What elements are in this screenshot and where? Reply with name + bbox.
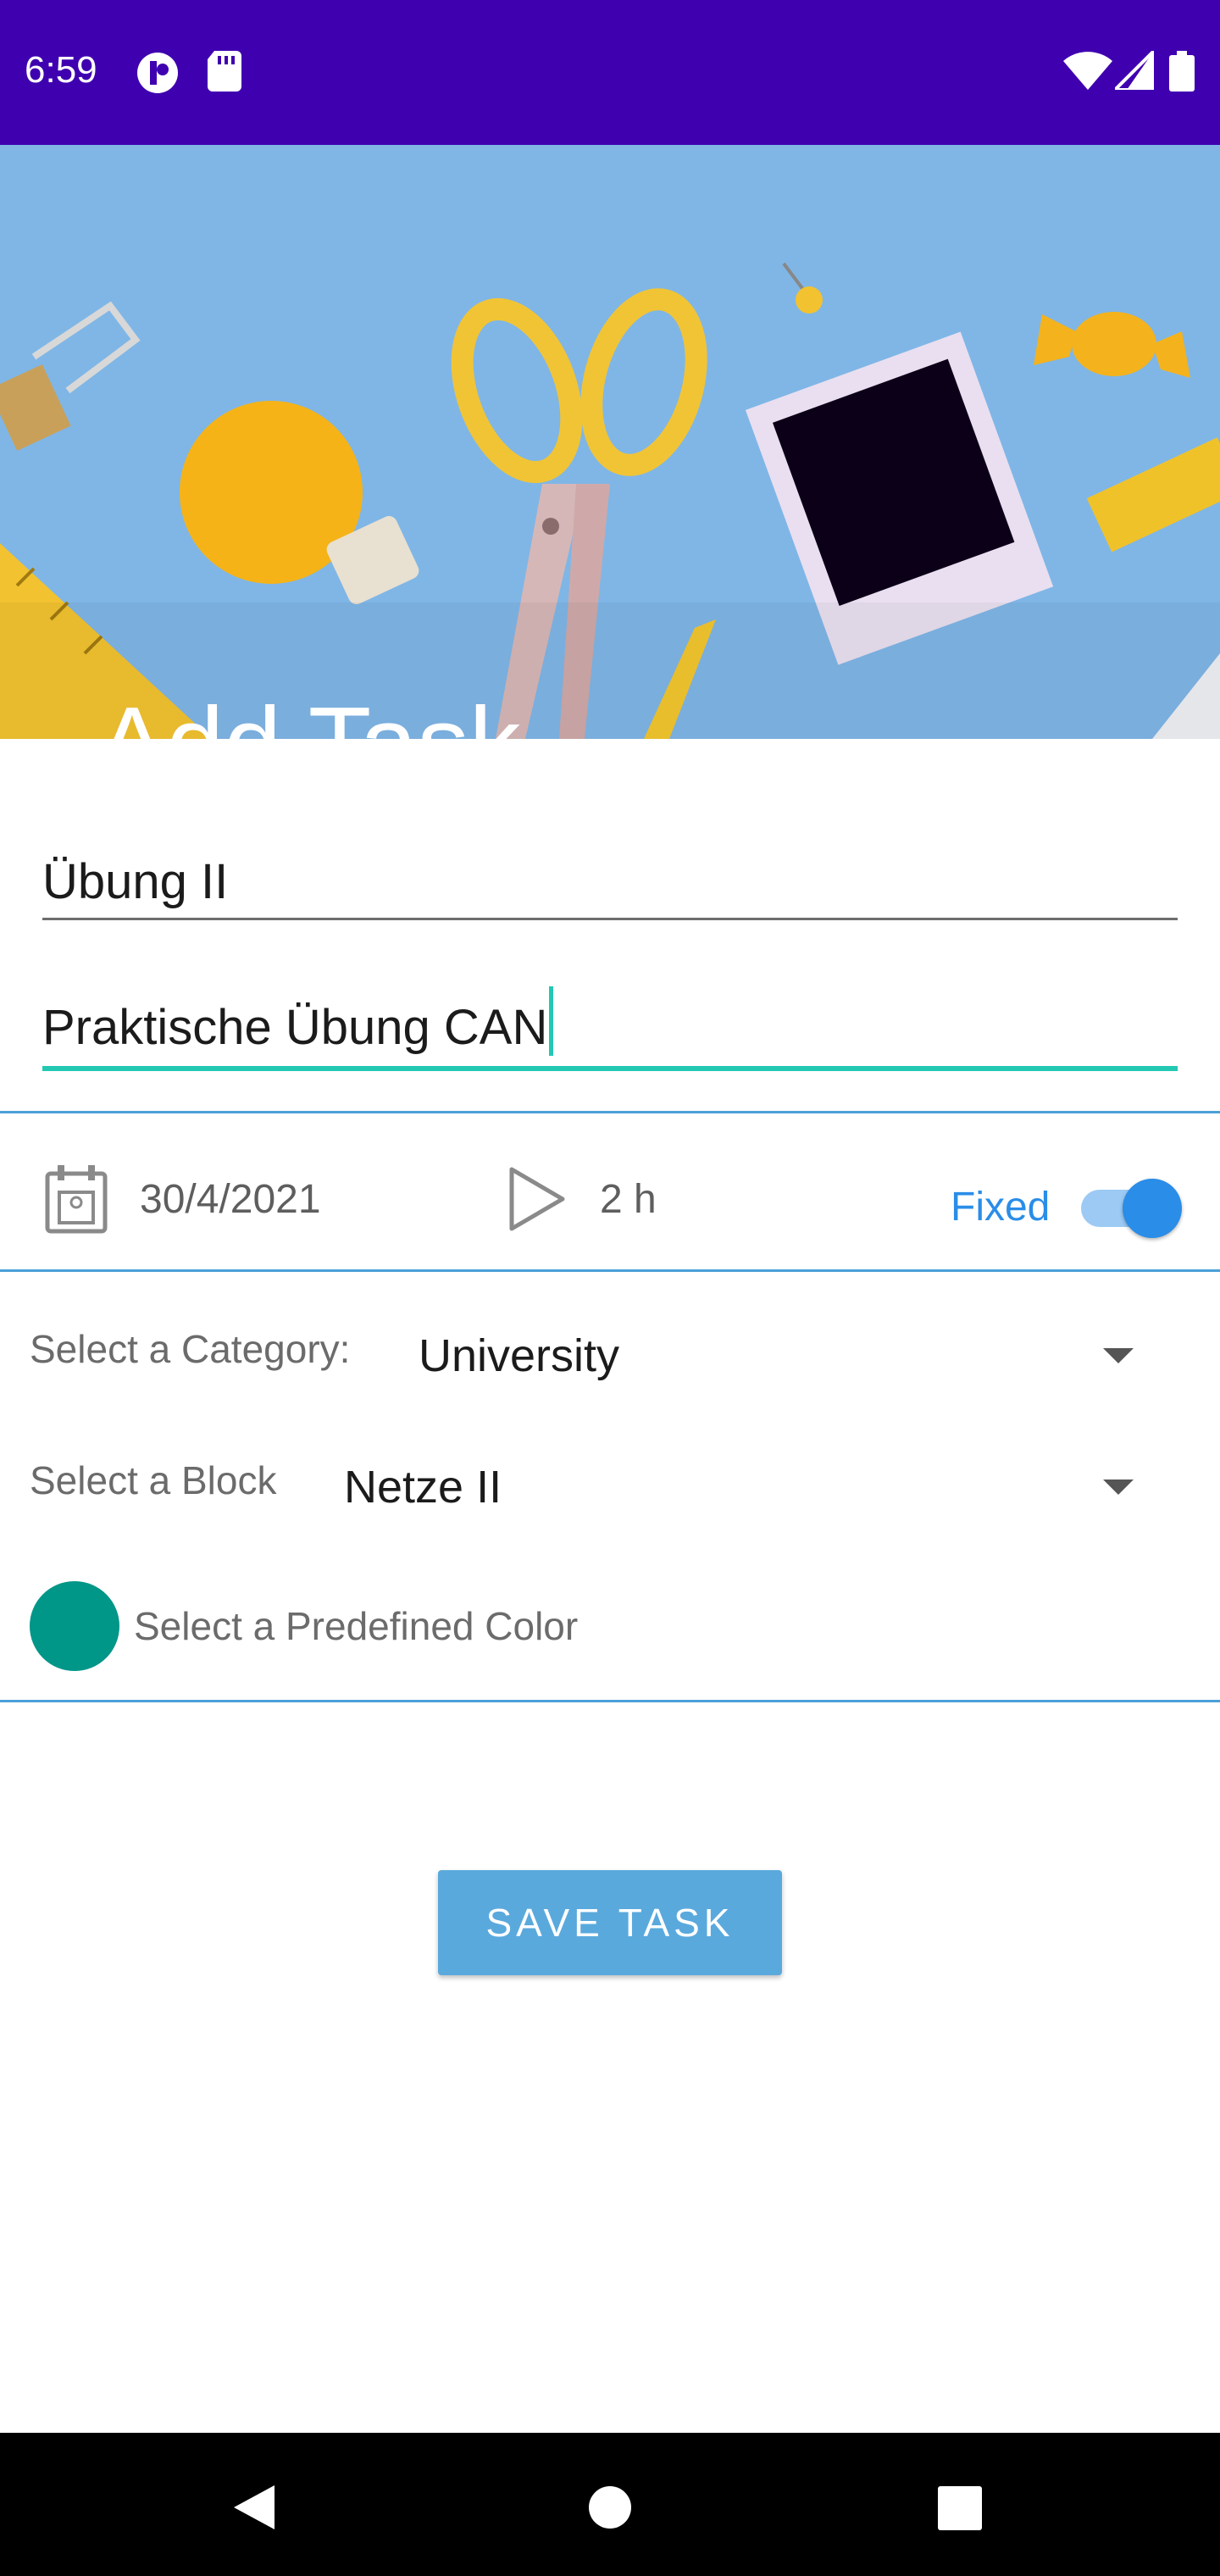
recents-icon[interactable] [938, 2486, 982, 2530]
battery-icon [1169, 51, 1195, 92]
fixed-toggle-thumb[interactable] [1123, 1179, 1182, 1238]
category-dropdown-arrow-icon[interactable] [1103, 1348, 1134, 1363]
divider-top [0, 1111, 1220, 1113]
block-dropdown-arrow-icon[interactable] [1103, 1480, 1134, 1495]
task-name-underline [42, 918, 1178, 920]
signal-icon [1115, 51, 1154, 90]
block-select[interactable]: Netze II [344, 1461, 502, 1513]
calendar-icon[interactable] [44, 1163, 108, 1235]
text-caret [549, 986, 554, 1056]
save-task-button[interactable]: SAVE TASK [438, 1870, 782, 1975]
duration[interactable]: 2 h [600, 1176, 657, 1223]
fixed-label: Fixed [951, 1185, 1051, 1230]
color-swatch[interactable] [30, 1581, 119, 1671]
back-icon[interactable] [230, 2484, 278, 2531]
task-name-field[interactable]: Übung II [42, 844, 1178, 920]
block-label: Select a Block [30, 1458, 277, 1502]
task-description-field[interactable]: Praktische Übung CAN [42, 986, 1178, 1071]
category-select[interactable]: University [419, 1330, 619, 1382]
sd-card-icon [208, 51, 241, 92]
task-description-value: Praktische Übung CAN [42, 986, 554, 1056]
circle-badge-icon [137, 53, 178, 93]
task-description-underline [42, 1066, 1178, 1071]
header-banner: Add Task [0, 145, 1220, 739]
status-bar: 6:59 [0, 0, 1220, 145]
status-time: 6:59 [25, 49, 97, 91]
wifi-icon [1063, 52, 1112, 90]
home-icon[interactable] [588, 2485, 632, 2529]
page-title: Add Task [97, 691, 521, 739]
navigation-bar [0, 2433, 1220, 2576]
divider-middle [0, 1269, 1220, 1272]
desk-supplies-illustration [0, 145, 1220, 739]
task-description-text: Praktische Übung CAN [42, 1000, 548, 1055]
play-icon[interactable] [507, 1166, 568, 1232]
color-label[interactable]: Select a Predefined Color [134, 1603, 578, 1649]
category-label: Select a Category: [30, 1327, 351, 1371]
due-date[interactable]: 30/4/2021 [140, 1176, 321, 1223]
task-name-value: Übung II [42, 854, 229, 909]
divider-bottom [0, 1700, 1220, 1702]
